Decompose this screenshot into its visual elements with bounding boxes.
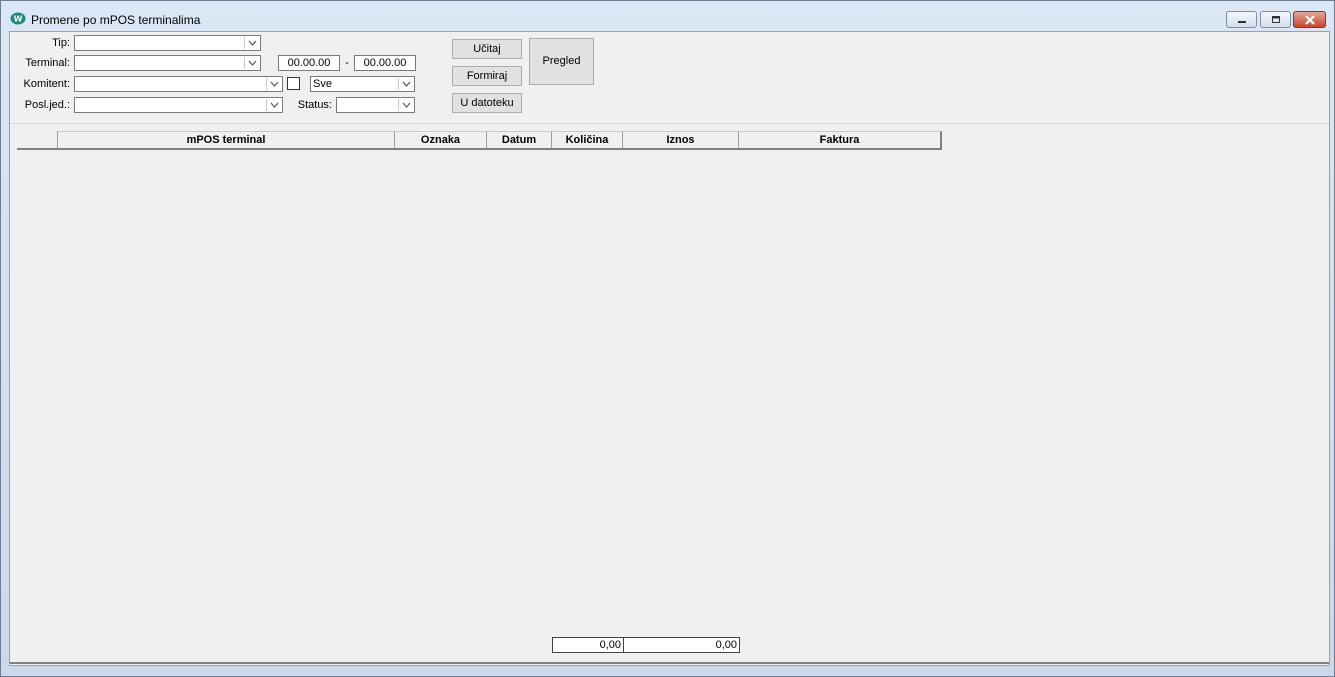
chevron-down-icon[interactable]: [266, 78, 281, 90]
column-header-oznaka[interactable]: Oznaka: [395, 131, 487, 148]
column-header-iznos[interactable]: Iznos: [623, 131, 739, 148]
date-from-field[interactable]: 00.00.00: [278, 55, 340, 71]
svg-text:W: W: [14, 15, 23, 24]
toolbar-separator: [10, 123, 1329, 124]
chevron-down-icon[interactable]: [244, 57, 259, 69]
app-logo-icon: W: [10, 12, 26, 25]
main-window: W Promene po mPOS terminalima Tip: Termi…: [0, 0, 1335, 677]
terminal-select[interactable]: [74, 55, 261, 71]
table-header: mPOS terminal Oznaka Datum Količina Izno…: [17, 131, 942, 150]
tip-select[interactable]: [74, 35, 261, 51]
date-separator: -: [345, 57, 349, 69]
chevron-down-icon[interactable]: [244, 37, 259, 49]
terminal-label: Terminal:: [25, 57, 70, 69]
sve-select[interactable]: Sve: [310, 76, 415, 92]
total-iznos: 0,00: [623, 637, 740, 653]
column-header-faktura[interactable]: Faktura: [739, 131, 942, 148]
column-header-kolicina[interactable]: Količina: [552, 131, 623, 148]
komitent-select[interactable]: [74, 76, 283, 92]
column-header-mpos-terminal[interactable]: mPOS terminal: [58, 131, 395, 148]
restore-icon: [1271, 16, 1280, 23]
ucitaj-button[interactable]: Učitaj: [452, 39, 522, 59]
maximize-button[interactable]: [1260, 11, 1291, 28]
status-select[interactable]: [336, 97, 415, 113]
bottom-divider: [10, 662, 1329, 664]
chevron-down-icon[interactable]: [398, 99, 413, 111]
minimize-icon: [1237, 20, 1246, 23]
status-label: Status:: [297, 99, 332, 111]
minimize-button[interactable]: [1226, 11, 1257, 28]
posl-jed-select[interactable]: [74, 97, 283, 113]
tip-label: Tip:: [52, 37, 70, 49]
column-header-indicator: [17, 131, 58, 148]
chevron-down-icon[interactable]: [266, 99, 281, 111]
close-button[interactable]: [1293, 11, 1326, 28]
client-area: Tip: Terminal: 00.00.00 - 00.00.00 Komit…: [9, 31, 1330, 666]
formiraj-button[interactable]: Formiraj: [452, 66, 522, 86]
posl-jed-label: Posl.jed.:: [24, 99, 70, 111]
close-icon: [1304, 14, 1315, 25]
sve-value: Sve: [313, 78, 332, 90]
column-header-datum[interactable]: Datum: [487, 131, 552, 148]
window-title: Promene po mPOS terminalima: [31, 13, 201, 27]
komitent-checkbox[interactable]: [287, 77, 300, 90]
komitent-label: Komitent:: [23, 78, 70, 90]
u-datoteku-button[interactable]: U datoteku: [452, 93, 522, 113]
pregled-button[interactable]: Pregled: [529, 38, 594, 85]
chevron-down-icon[interactable]: [398, 78, 413, 90]
total-kolicina: 0,00: [552, 637, 624, 653]
date-to-field[interactable]: 00.00.00: [354, 55, 416, 71]
title-bar[interactable]: W Promene po mPOS terminalima: [1, 1, 1334, 31]
